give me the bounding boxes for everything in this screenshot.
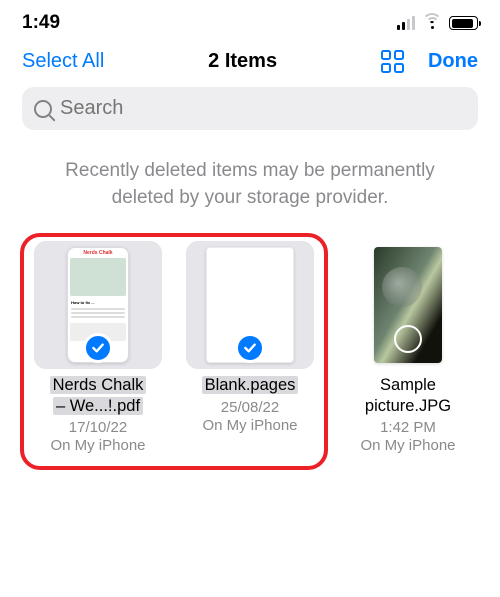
file-thumbnail[interactable] (344, 241, 472, 369)
search-bar[interactable] (22, 87, 478, 130)
file-date: 1:42 PM (380, 419, 436, 436)
done-button[interactable]: Done (428, 50, 478, 73)
selection-highlight-group: Nerds Chalk How to fix ... Nerds Chalk –… (22, 231, 326, 466)
unselected-circle-icon (394, 325, 422, 353)
status-time: 1:49 (22, 12, 60, 34)
select-all-button[interactable]: Select All (22, 50, 104, 73)
file-location: On My iPhone (202, 417, 297, 434)
selected-check-icon (83, 333, 113, 363)
wifi-icon (422, 16, 442, 31)
image-preview-icon (374, 247, 442, 363)
file-item[interactable]: Nerds Chalk How to fix ... Nerds Chalk –… (28, 241, 168, 454)
file-item[interactable]: Blank.pages 25/08/22 On My iPhone (180, 241, 320, 454)
status-right (397, 16, 478, 31)
page-title: 2 Items (208, 50, 277, 73)
file-item[interactable]: Sample picture.JPG 1:42 PM On My iPhone (338, 241, 478, 454)
selected-check-icon (235, 333, 265, 363)
info-notice: Recently deleted items may be permanentl… (40, 158, 460, 211)
file-thumbnail[interactable]: Nerds Chalk How to fix ... (34, 241, 162, 369)
file-date: 25/08/22 (221, 399, 279, 416)
file-location: On My iPhone (360, 437, 455, 454)
status-bar: 1:49 (0, 0, 500, 40)
view-mode-icon[interactable] (381, 50, 404, 73)
search-input[interactable] (60, 97, 466, 120)
file-name: Nerds Chalk – We...!.pdf (50, 375, 147, 416)
file-location: On My iPhone (50, 437, 145, 454)
battery-icon (449, 16, 478, 30)
file-date: 17/10/22 (69, 419, 127, 436)
file-name: Blank.pages (202, 375, 299, 396)
file-grid: Nerds Chalk How to fix ... Nerds Chalk –… (0, 231, 500, 466)
file-thumbnail[interactable] (186, 241, 314, 369)
nav-bar: Select All 2 Items Done (0, 40, 500, 83)
search-icon (34, 100, 52, 118)
cellular-icon (397, 16, 415, 30)
file-name: Sample picture.JPG (365, 375, 451, 416)
